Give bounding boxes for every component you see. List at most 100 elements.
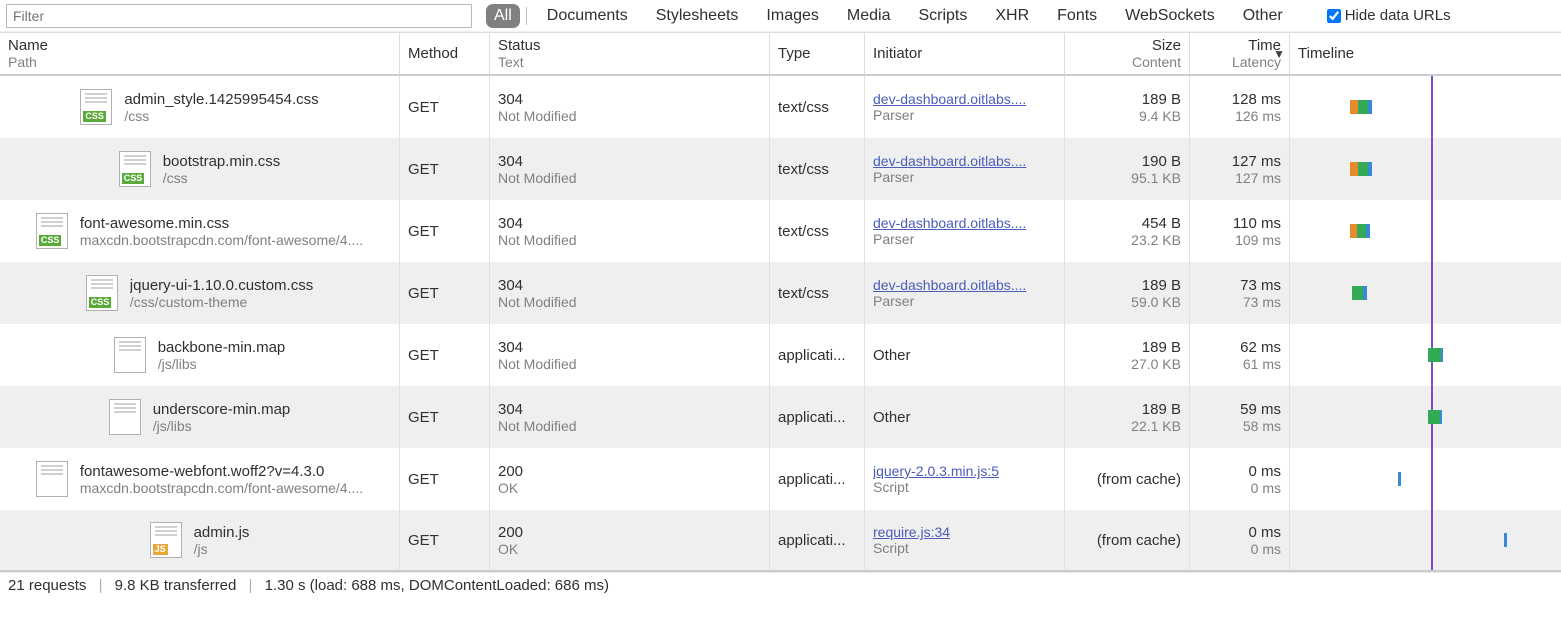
table-row[interactable]: CSSjquery-ui-1.10.0.custom.css/css/custo… bbox=[0, 262, 1561, 324]
timing-bar bbox=[1428, 410, 1442, 424]
method: GET bbox=[408, 161, 481, 178]
size: 189 B bbox=[1142, 277, 1181, 294]
initiator-link[interactable]: dev-dashboard.oitlabs.... bbox=[873, 91, 1056, 107]
content-size: 23.2 KB bbox=[1131, 232, 1181, 248]
header-status[interactable]: Status Text bbox=[490, 33, 770, 74]
header-name[interactable]: Name Path bbox=[0, 33, 400, 74]
latency: 61 ms bbox=[1243, 356, 1281, 372]
initiator-link[interactable]: jquery-2.0.3.min.js:5 bbox=[873, 463, 1056, 479]
table-row[interactable]: CSSadmin_style.1425995454.css/cssGET304N… bbox=[0, 76, 1561, 138]
table-row[interactable]: backbone-min.map/js/libsGET304Not Modifi… bbox=[0, 324, 1561, 386]
header-size-label: Size bbox=[1152, 37, 1181, 54]
header-type[interactable]: Type bbox=[770, 33, 865, 74]
mime-type: applicati... bbox=[778, 532, 856, 549]
hide-data-urls-checkbox[interactable] bbox=[1327, 9, 1341, 23]
time: 128 ms bbox=[1232, 91, 1281, 108]
table-row[interactable]: fontawesome-webfont.woff2?v=4.3.0maxcdn.… bbox=[0, 448, 1561, 510]
timeline-cell bbox=[1290, 138, 1561, 200]
header-status-label: Status bbox=[498, 37, 761, 54]
table-row[interactable]: CSSbootstrap.min.css/cssGET304Not Modifi… bbox=[0, 138, 1561, 200]
initiator-link[interactable]: dev-dashboard.oitlabs.... bbox=[873, 215, 1056, 231]
header-time[interactable]: Time Latency ▼ bbox=[1190, 33, 1290, 74]
filter-tab-media[interactable]: Media bbox=[833, 4, 905, 28]
content-size: 22.1 KB bbox=[1131, 418, 1181, 434]
initiator-link[interactable]: require.js:34 bbox=[873, 524, 1056, 540]
filter-tab-scripts[interactable]: Scripts bbox=[904, 4, 981, 28]
timing-bar bbox=[1350, 100, 1372, 114]
filter-input[interactable] bbox=[6, 4, 472, 28]
header-status-sub: Text bbox=[498, 54, 761, 70]
initiator-link[interactable]: dev-dashboard.oitlabs.... bbox=[873, 277, 1056, 293]
file-path: /js/libs bbox=[153, 418, 291, 434]
time: 0 ms bbox=[1248, 463, 1281, 480]
header-method[interactable]: Method bbox=[400, 33, 490, 74]
status-code: 304 bbox=[498, 339, 761, 356]
filter-tab-fonts[interactable]: Fonts bbox=[1043, 4, 1111, 28]
size: (from cache) bbox=[1097, 471, 1181, 488]
file-css-icon: CSS bbox=[86, 275, 118, 311]
status-code: 200 bbox=[498, 524, 761, 541]
size: 454 B bbox=[1142, 215, 1181, 232]
header-name-sub: Path bbox=[8, 54, 391, 70]
timeline-marker bbox=[1431, 510, 1433, 570]
initiator: Other bbox=[873, 347, 1056, 364]
header-timeline[interactable]: Timeline bbox=[1290, 33, 1561, 74]
file-name: bootstrap.min.css bbox=[163, 153, 281, 170]
status-text: OK bbox=[498, 480, 761, 496]
timing-bar bbox=[1350, 224, 1370, 238]
mime-type: applicati... bbox=[778, 471, 856, 488]
table-row[interactable]: JSadmin.js/jsGET200OKapplicati...require… bbox=[0, 510, 1561, 572]
status-code: 304 bbox=[498, 277, 761, 294]
latency: 58 ms bbox=[1243, 418, 1281, 434]
mime-type: applicati... bbox=[778, 347, 856, 364]
timeline-marker bbox=[1431, 200, 1433, 262]
content-size: 59.0 KB bbox=[1131, 294, 1181, 310]
table-row[interactable]: CSSfont-awesome.min.cssmaxcdn.bootstrapc… bbox=[0, 200, 1561, 262]
status-code: 304 bbox=[498, 215, 761, 232]
latency: 127 ms bbox=[1235, 170, 1281, 186]
status-code: 304 bbox=[498, 401, 761, 418]
file-path: /js/libs bbox=[158, 356, 286, 372]
initiator-link[interactable]: dev-dashboard.oitlabs.... bbox=[873, 153, 1056, 169]
latency: 126 ms bbox=[1235, 108, 1281, 124]
mime-type: text/css bbox=[778, 223, 856, 240]
method: GET bbox=[408, 99, 481, 116]
status-bar: 21 requests | 9.8 KB transferred | 1.30 … bbox=[0, 572, 1561, 598]
timing-bar bbox=[1504, 533, 1507, 547]
filter-tab-other[interactable]: Other bbox=[1229, 4, 1297, 28]
file-css-icon: CSS bbox=[36, 213, 68, 249]
filter-tab-images[interactable]: Images bbox=[752, 4, 832, 28]
timing-bar bbox=[1352, 286, 1367, 300]
timeline-cell bbox=[1290, 386, 1561, 448]
file-path: /css bbox=[124, 108, 318, 124]
filter-tab-documents[interactable]: Documents bbox=[533, 4, 642, 28]
status-text: Not Modified bbox=[498, 418, 761, 434]
time: 73 ms bbox=[1240, 277, 1281, 294]
content-size: 9.4 KB bbox=[1139, 108, 1181, 124]
file-name: admin_style.1425995454.css bbox=[124, 91, 318, 108]
filter-tab-all[interactable]: All bbox=[486, 4, 520, 28]
header-type-label: Type bbox=[778, 45, 856, 62]
file-path: /js bbox=[194, 541, 250, 557]
file-none-icon bbox=[109, 399, 141, 435]
timing-bar bbox=[1350, 162, 1372, 176]
method: GET bbox=[408, 471, 481, 488]
header-size[interactable]: Size Content bbox=[1065, 33, 1190, 74]
table-row[interactable]: underscore-min.map/js/libsGET304Not Modi… bbox=[0, 386, 1561, 448]
filter-tab-stylesheets[interactable]: Stylesheets bbox=[642, 4, 753, 28]
filter-tab-xhr[interactable]: XHR bbox=[981, 4, 1043, 28]
method: GET bbox=[408, 347, 481, 364]
header-initiator[interactable]: Initiator bbox=[865, 33, 1065, 74]
column-headers: Name Path Method Status Text Type Initia… bbox=[0, 32, 1561, 76]
content-size: 95.1 KB bbox=[1131, 170, 1181, 186]
sort-desc-icon: ▼ bbox=[1273, 47, 1285, 61]
file-name: admin.js bbox=[194, 524, 250, 541]
hide-data-urls[interactable]: Hide data URLs bbox=[1327, 7, 1451, 24]
timeline-cell bbox=[1290, 448, 1561, 510]
footer-timing: 1.30 s (load: 688 ms, DOMContentLoaded: … bbox=[265, 577, 609, 594]
size: 189 B bbox=[1142, 401, 1181, 418]
method: GET bbox=[408, 409, 481, 426]
header-size-sub: Content bbox=[1132, 54, 1181, 70]
filter-tab-websockets[interactable]: WebSockets bbox=[1111, 4, 1229, 28]
footer-transferred: 9.8 KB transferred bbox=[115, 577, 237, 594]
